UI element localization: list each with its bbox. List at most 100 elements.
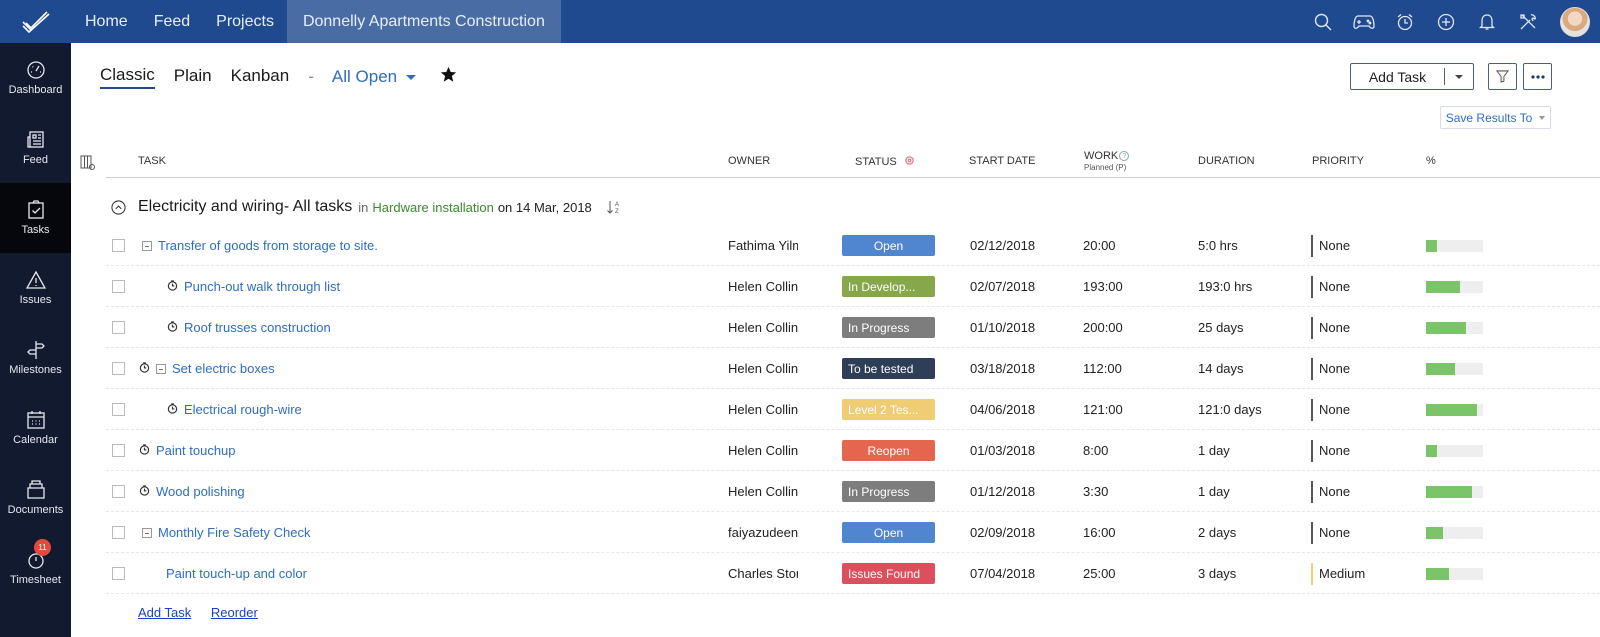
task-name-link[interactable]: Paint touchup [156,443,236,458]
progress-cell[interactable] [1426,512,1483,553]
status-badge[interactable]: Open [842,522,935,543]
owner-cell[interactable]: Charles Stone [728,553,798,594]
status-badge[interactable]: Reopen [842,440,935,461]
timer-icon[interactable] [167,279,178,294]
sidebar-item-documents[interactable]: Documents [0,463,71,533]
table-row[interactable]: Punch-out walk through list Helen Collins… [106,266,1600,307]
view-tab-classic[interactable]: Classic [100,65,155,89]
owner-cell[interactable]: faiyazudeen [728,512,798,553]
work-cell[interactable]: 3:30 [1083,471,1108,512]
save-results-dropdown[interactable]: Save Results To [1440,106,1551,129]
task-name-link[interactable]: Electrical rough-wire [184,402,302,417]
timer-icon[interactable] [139,443,150,458]
owner-cell[interactable]: Helen Collins [728,389,798,430]
duration-cell[interactable]: 1 day [1198,471,1230,512]
app-logo-icon[interactable] [0,0,72,43]
row-checkbox[interactable] [112,553,125,594]
priority-cell[interactable]: None [1311,430,1350,471]
table-row[interactable]: Monthly Fire Safety Check faiyazudeen Open… [106,512,1600,553]
duration-cell[interactable]: 2 days [1198,512,1236,553]
start-date-cell[interactable]: 01/12/2018 [970,471,1035,512]
column-settings-icon[interactable] [80,155,96,174]
progress-bar[interactable] [1426,485,1483,498]
column-header-duration[interactable]: DURATION [1198,155,1255,167]
collapse-subtasks-icon[interactable] [142,240,152,251]
column-header-work[interactable]: WORK? Planned (P) [1084,150,1130,172]
row-checkbox[interactable] [112,266,125,307]
progress-cell[interactable] [1426,225,1483,266]
reorder-link[interactable]: Reorder [211,605,258,620]
status-badge[interactable]: In Progress [842,481,935,502]
task-name-link[interactable]: Set electric boxes [172,361,275,376]
add-circle-icon[interactable] [1425,0,1466,43]
column-header-status[interactable]: STATUS [855,155,915,168]
task-name-link[interactable]: Monthly Fire Safety Check [158,525,310,540]
priority-cell[interactable]: None [1311,348,1350,389]
row-checkbox[interactable] [112,471,125,512]
nav-projects[interactable]: Projects [203,0,287,43]
progress-bar[interactable] [1426,444,1483,457]
sidebar-item-milestones[interactable]: Milestones [0,323,71,393]
alarm-clock-icon[interactable] [1384,0,1425,43]
checkbox-box[interactable] [112,362,125,375]
checkbox-box[interactable] [112,403,125,416]
progress-bar[interactable] [1426,239,1483,252]
start-date-cell[interactable]: 07/04/2018 [970,553,1035,594]
collapse-circle-icon[interactable] [111,199,126,215]
progress-bar[interactable] [1426,403,1483,416]
table-row[interactable]: Electrical rough-wire Helen Collins Level … [106,389,1600,430]
task-name-link[interactable]: Punch-out walk through list [184,279,340,294]
help-icon[interactable]: ? [1119,151,1130,161]
priority-cell[interactable]: None [1311,512,1350,553]
progress-cell[interactable] [1426,307,1483,348]
progress-bar[interactable] [1426,280,1483,293]
task-name-link[interactable]: Transfer of goods from storage to site. [158,238,378,253]
sidebar-item-feed[interactable]: Feed [0,113,71,183]
add-task-link[interactable]: Add Task [138,605,191,620]
filter-dropdown[interactable]: All Open [332,67,417,87]
work-cell[interactable]: 121:00 [1083,389,1123,430]
duration-cell[interactable]: 1 day [1198,430,1230,471]
progress-cell[interactable] [1426,348,1483,389]
status-badge[interactable]: In Progress [842,317,935,338]
table-row[interactable]: Roof trusses construction Helen Collins In… [106,307,1600,348]
work-cell[interactable]: 193:00 [1083,266,1123,307]
priority-cell[interactable]: None [1311,471,1350,512]
start-date-cell[interactable]: 02/12/2018 [970,225,1035,266]
work-cell[interactable]: 112:00 [1083,348,1122,389]
row-checkbox[interactable] [112,430,125,471]
progress-cell[interactable] [1426,389,1483,430]
column-header-percent[interactable]: % [1426,155,1436,167]
bell-icon[interactable] [1466,0,1507,43]
column-header-priority[interactable]: PRIORITY [1312,155,1364,167]
gamepad-icon[interactable] [1343,0,1384,43]
task-name-link[interactable]: Paint touch-up and color [166,566,307,581]
current-project-tab[interactable]: Donnelly Apartments Construction [286,0,561,43]
nav-feed[interactable]: Feed [141,0,203,43]
column-header-start-date[interactable]: START DATE [969,155,1035,167]
progress-bar[interactable] [1426,362,1483,375]
progress-bar[interactable] [1426,321,1483,334]
timer-icon[interactable] [167,402,178,417]
duration-cell[interactable]: 121:0 days [1198,389,1262,430]
table-row[interactable]: Set electric boxes Helen Collins To be tes… [106,348,1600,389]
table-row[interactable]: Paint touch-up and color Charles Stone Iss… [106,553,1600,594]
work-cell[interactable]: 20:00 [1083,225,1116,266]
sort-az-icon[interactable]: AZ [606,199,622,215]
search-icon[interactable] [1302,0,1343,43]
progress-cell[interactable] [1426,471,1483,512]
duration-cell[interactable]: 25 days [1198,307,1244,348]
progress-cell[interactable] [1426,266,1483,307]
sidebar-item-timesheet[interactable]: 11 Timesheet [0,533,71,603]
owner-cell[interactable]: Helen Collins [728,266,798,307]
status-badge[interactable]: Level 2 Tes... [842,399,935,420]
view-tab-plain[interactable]: Plain [174,66,212,88]
sidebar-item-tasks[interactable]: Tasks [0,183,71,253]
priority-cell[interactable]: None [1311,307,1350,348]
sidebar-item-dashboard[interactable]: Dashboard [0,43,71,113]
tools-icon[interactable] [1507,0,1548,43]
nav-home[interactable]: Home [72,0,141,43]
sidebar-item-calendar[interactable]: Calendar [0,393,71,463]
start-date-cell[interactable]: 01/03/2018 [970,430,1035,471]
timer-icon[interactable] [139,484,150,499]
